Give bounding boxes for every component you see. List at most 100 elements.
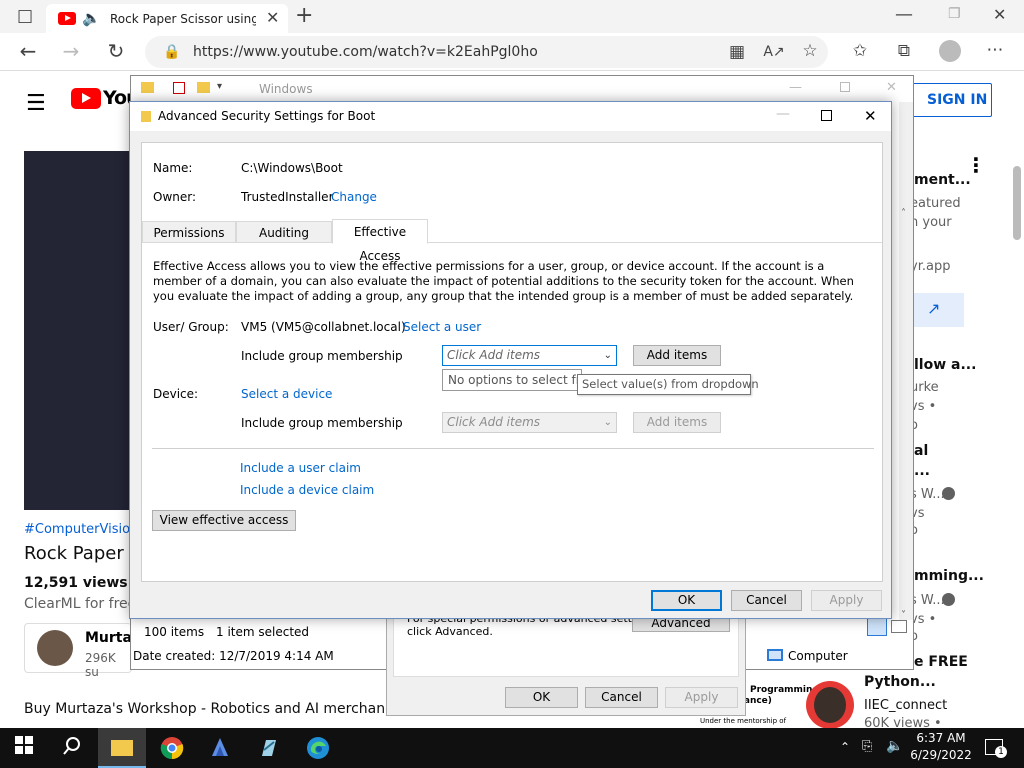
props-cancel-button[interactable]: Cancel [585, 687, 658, 708]
channel-card[interactable]: Murtaz 296K su [24, 623, 140, 679]
file-explorer-taskbar-button[interactable] [98, 728, 146, 768]
select-user-link[interactable]: Select a user [403, 320, 481, 334]
show-hidden-icons-icon[interactable]: ⌃ [840, 740, 850, 754]
tab-effective-access[interactable]: Effective Access [332, 219, 428, 263]
profile-avatar-icon[interactable] [939, 40, 961, 62]
explorer-minimize-icon[interactable]: — [789, 80, 802, 95]
dialog-minimize-icon[interactable]: — [776, 100, 790, 129]
minimize-icon[interactable]: — [895, 4, 913, 25]
properties-panel: For special permissions or advanced sett… [393, 613, 739, 677]
new-tab-icon[interactable]: + [295, 3, 313, 28]
collections-icon[interactable]: ⧉ [893, 41, 915, 61]
chevron-down-icon[interactable]: ⌄ [604, 413, 612, 432]
computer-label: Computer [788, 649, 848, 663]
sidebar-text: n your [910, 215, 952, 230]
sidebar-text: al [914, 443, 929, 459]
props-ok-button[interactable]: OK [505, 687, 578, 708]
properties-icon[interactable] [173, 82, 185, 94]
clock-time[interactable]: 6:37 AM [906, 731, 976, 745]
explorer-maximize-icon[interactable] [840, 82, 850, 92]
open-link-icon[interactable]: ↗ [907, 293, 964, 327]
add-items-disabled-button[interactable]: Add items [633, 412, 721, 433]
view-effective-access-button[interactable]: View effective access [152, 510, 296, 531]
add-favorite-icon[interactable]: ☆ [799, 41, 821, 61]
explorer-scrollbar[interactable]: ˄ ˅ [899, 102, 913, 621]
change-owner-link[interactable]: Change [331, 190, 377, 204]
search-icon[interactable] [60, 736, 84, 760]
forward-icon[interactable]: → [60, 41, 82, 61]
props-text: click Advanced. [407, 625, 493, 638]
tab-permissions[interactable]: Permissions [142, 221, 236, 243]
youtube-logo-icon[interactable] [71, 88, 101, 109]
advanced-security-dialog: Advanced Security Settings for Boot — ✕ … [129, 101, 892, 619]
verified-icon [942, 593, 955, 606]
url-text: https://www.youtube.com/watch?v=k2EahPgl… [193, 44, 538, 60]
large-icons-view-icon[interactable] [891, 620, 907, 633]
owner-value: TrustedInstaller [241, 190, 334, 204]
notepad-icon[interactable] [256, 736, 280, 760]
explorer-close-icon[interactable]: ✕ [886, 80, 897, 95]
select-device-link[interactable]: Select a device [241, 387, 332, 401]
page-scrollbar[interactable] [1013, 166, 1021, 240]
close-window-icon[interactable]: ✕ [993, 5, 1006, 24]
thumbnail-text: Under the mentorship of [700, 717, 787, 725]
apps-icon[interactable]: ▦ [726, 42, 748, 62]
include-user-claim-link[interactable]: Include a user claim [240, 461, 361, 475]
cancel-button[interactable]: Cancel [731, 590, 802, 611]
item-count: 100 items [144, 625, 205, 639]
clock-date[interactable]: 6/29/2022 [906, 748, 976, 762]
name-label: Name: [153, 161, 193, 175]
tab-actions-icon[interactable]: □ [14, 6, 36, 26]
dialog-title: Advanced Security Settings for Boot [158, 109, 376, 123]
device-label: Device: [153, 387, 199, 401]
app-launcher-icon[interactable] [208, 736, 232, 760]
explorer-title-bar: ▾ Windows — ✕ [131, 76, 913, 102]
browser-tab[interactable]: 🔈 Rock Paper Scissor using Co ✕ [46, 4, 288, 33]
dialog-title-bar: Advanced Security Settings for Boot — ✕ [130, 102, 891, 131]
chevron-down-icon[interactable]: ⌄ [604, 346, 612, 365]
dialog-close-icon[interactable]: ✕ [864, 102, 877, 131]
dropdown-list: No options to select from [442, 369, 582, 391]
sidebar-text: urke [910, 380, 939, 395]
details-view-icon[interactable] [867, 618, 887, 636]
dropdown-tooltip: Select value(s) from dropdown [577, 374, 759, 395]
include-device-claim-link[interactable]: Include a device claim [240, 483, 374, 497]
speaker-icon[interactable]: 🔈 [82, 9, 101, 27]
customize-toolbar-icon[interactable]: ▾ [217, 81, 222, 92]
restore-icon[interactable]: ❐ [948, 6, 961, 22]
read-aloud-icon[interactable]: A↗ [763, 42, 785, 62]
taskbar: ⌃ ⎘ 🔈 6:37 AM 6/29/2022 1 [0, 728, 1024, 768]
favorites-icon[interactable]: ✩ [849, 41, 871, 61]
back-icon[interactable]: ← [17, 41, 39, 61]
dialog-maximize-icon[interactable] [821, 110, 832, 121]
thumbnail-avatar [806, 681, 854, 729]
edge-icon[interactable] [306, 736, 330, 760]
user-group-label: User/ Group: [153, 320, 229, 334]
chrome-icon[interactable] [160, 736, 184, 760]
video-player[interactable] [24, 151, 136, 510]
start-windows-icon[interactable] [12, 736, 36, 760]
include-group-label-1: Include group membership [241, 349, 403, 363]
network-icon[interactable]: ⎘ [862, 739, 872, 754]
computer-icon [767, 649, 783, 661]
hamburger-menu-icon[interactable]: ☰ [26, 91, 46, 116]
effective-access-description: Effective Access allows you to view the … [153, 259, 854, 303]
more-menu-icon[interactable]: ⋯ [984, 40, 1006, 60]
ok-button[interactable]: OK [651, 590, 722, 611]
volume-icon[interactable]: 🔈 [886, 738, 903, 754]
channel-subs: 296K su [85, 651, 116, 679]
new-folder-icon[interactable] [197, 82, 210, 93]
refresh-icon[interactable]: ↻ [105, 41, 127, 61]
channel-avatar[interactable] [37, 630, 73, 666]
group-membership-dropdown[interactable]: Click Add items ⌄ [442, 345, 617, 366]
add-items-button[interactable]: Add items [633, 345, 721, 366]
tab-auditing[interactable]: Auditing [236, 221, 332, 243]
notification-icon[interactable]: 1 [985, 739, 1007, 758]
merch-banner: Buy Murtaza's Workshop - Robotics and AI… [24, 701, 414, 717]
apply-button[interactable]: Apply [811, 590, 882, 611]
address-toolbar: ← → ↻ 🔒 https://www.youtube.com/watch?v=… [0, 33, 1024, 71]
close-tab-icon[interactable]: ✕ [266, 8, 279, 27]
device-group-dropdown[interactable]: Click Add items ⌄ [442, 412, 617, 433]
sign-in-button[interactable]: SIGN IN [891, 83, 992, 117]
props-apply-button[interactable]: Apply [665, 687, 738, 708]
